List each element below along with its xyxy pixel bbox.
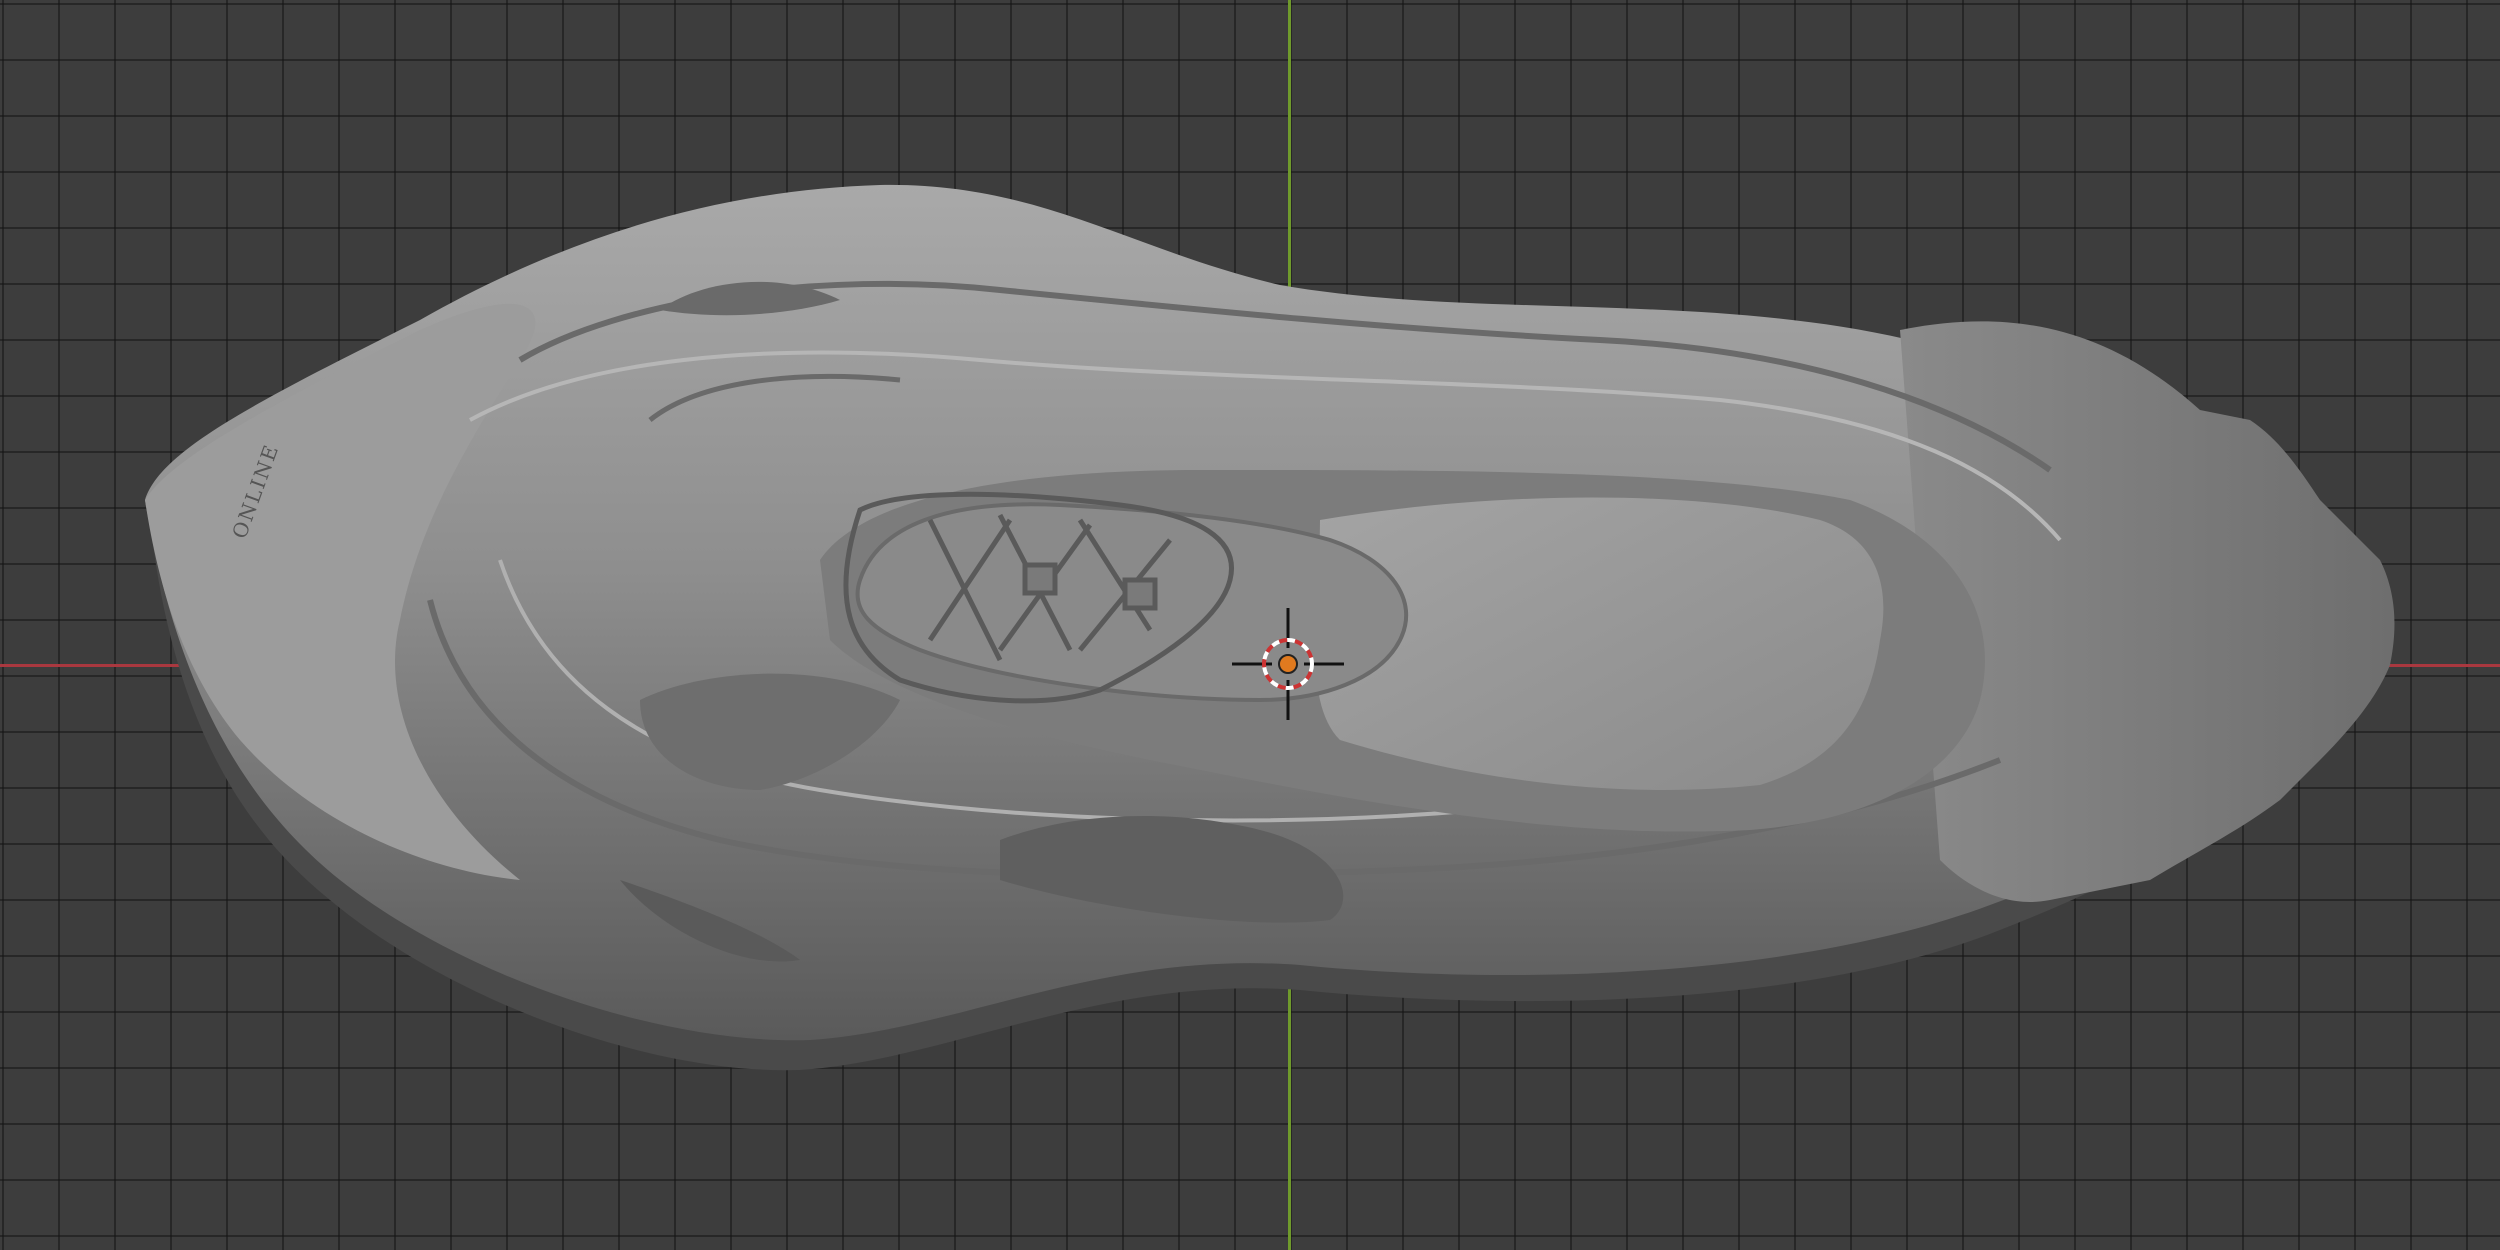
object-origin-dot: [1278, 654, 1298, 674]
3d-cursor[interactable]: [1232, 608, 1344, 720]
3d-viewport[interactable]: ONLINE: [0, 0, 2500, 1250]
